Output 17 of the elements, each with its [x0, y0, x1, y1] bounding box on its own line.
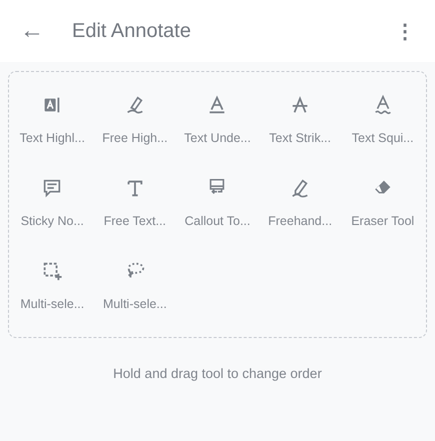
tool-label: Multi-sele...: [102, 297, 167, 311]
tool-label: Text Unde...: [184, 131, 251, 145]
tool-label: Free Text...: [104, 214, 166, 228]
back-button[interactable]: ←: [14, 17, 50, 45]
tool-label: Free High...: [102, 131, 168, 145]
tool-label: Callout To...: [184, 214, 250, 228]
tool-label: Multi-sele...: [20, 297, 84, 311]
tool-label: Text Highl...: [20, 131, 85, 145]
tool-label: Sticky No...: [20, 214, 84, 228]
menu-button[interactable]: ⋮: [389, 18, 421, 44]
tool-label: Text Squi...: [352, 131, 414, 145]
hint-text: Hold and drag tool to change order: [112, 366, 323, 381]
tool-label: Freehand...: [268, 214, 332, 228]
tool-label: Eraser Tool: [351, 214, 414, 228]
tool-label: Text Strik...: [269, 131, 331, 145]
page-title: Edit Annotate: [72, 20, 192, 42]
dashed-select-icon[interactable]: [41, 260, 64, 282]
